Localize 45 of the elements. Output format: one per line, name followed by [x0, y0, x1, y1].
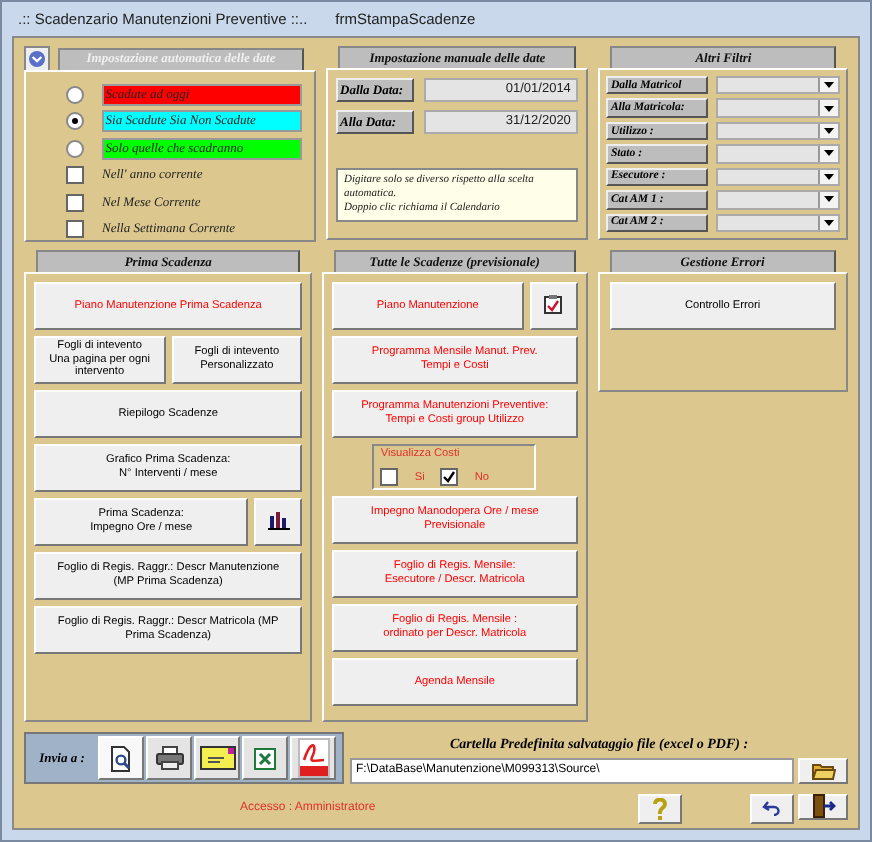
print-button[interactable] — [146, 736, 192, 780]
dropdown-arrow-icon — [824, 105, 834, 112]
dropdown-arrow-icon — [824, 128, 834, 135]
collapse-button[interactable] — [24, 46, 50, 72]
envelope-icon — [199, 746, 235, 770]
help-button[interactable] — [638, 793, 682, 823]
spreadsheet-icon — [254, 747, 276, 769]
pdf-button[interactable] — [290, 736, 336, 780]
dropdown-arrow-icon — [824, 150, 834, 157]
dropdown-arrow-icon — [824, 173, 834, 180]
checkbox[interactable] — [380, 468, 399, 486]
filter-dropdown[interactable] — [716, 76, 840, 95]
preview-button[interactable] — [98, 736, 144, 780]
pdf-document-icon — [297, 738, 329, 778]
undo-icon — [762, 800, 782, 816]
email-button[interactable] — [194, 736, 240, 780]
filter-dropdown[interactable] — [716, 98, 840, 118]
browse-button[interactable] — [798, 758, 848, 784]
filter-dropdown[interactable] — [716, 144, 840, 164]
folder-icon — [811, 762, 835, 780]
radio-button[interactable] — [66, 139, 84, 158]
dropdown-arrow-icon — [824, 82, 834, 89]
filter-dropdown[interactable] — [716, 167, 840, 187]
print-preview-icon — [109, 745, 133, 771]
filter-dropdown[interactable] — [716, 121, 840, 141]
printer-icon — [155, 746, 183, 770]
exit-door-icon — [811, 794, 835, 818]
dropdown-arrow-icon — [824, 219, 834, 226]
radio-button[interactable] — [66, 85, 84, 104]
question-mark-icon — [652, 797, 668, 819]
radio-button[interactable] — [66, 112, 84, 131]
checkbox[interactable] — [440, 468, 459, 486]
checkbox[interactable] — [66, 166, 84, 185]
excel-button[interactable] — [242, 736, 288, 780]
checkbox[interactable] — [66, 193, 84, 212]
checkbox[interactable] — [66, 220, 84, 239]
undo-button[interactable] — [750, 793, 794, 823]
clipboard-button[interactable] — [529, 282, 578, 330]
chart-button[interactable] — [254, 498, 303, 546]
filter-dropdown[interactable] — [716, 190, 840, 210]
filter-dropdown[interactable] — [716, 213, 840, 232]
clipboard-icon — [544, 293, 563, 314]
exit-button[interactable] — [798, 793, 848, 819]
bar-chart-icon — [267, 509, 290, 530]
dropdown-arrow-icon — [824, 196, 834, 203]
